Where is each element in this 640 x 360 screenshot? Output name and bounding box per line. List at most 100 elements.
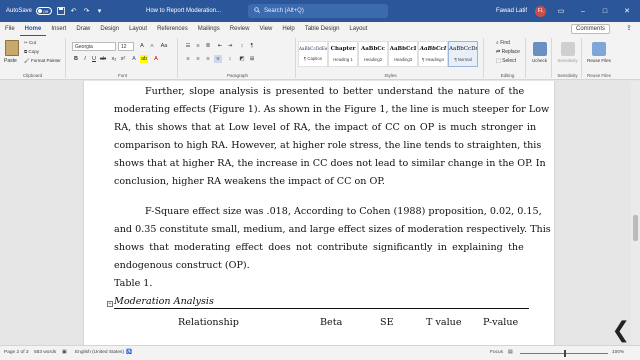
numbering-icon[interactable]: ≡ — [194, 42, 202, 50]
user-name[interactable]: Fawad Latif — [496, 8, 527, 14]
close-button[interactable]: ✕ — [620, 7, 634, 15]
subscript-button[interactable]: x₂ — [110, 55, 118, 63]
paste-button[interactable]: Paste — [4, 58, 17, 64]
style-heading-4[interactable]: AaBbCcI ¶ Heading4 — [418, 41, 448, 67]
tab-table-layout[interactable]: Layout — [344, 22, 372, 36]
tab-view[interactable]: View — [254, 22, 277, 36]
comments-button[interactable]: Comments — [570, 24, 610, 34]
ucheck-button[interactable]: Ucheck — [528, 58, 551, 63]
format-painter-button[interactable]: 🖌 Format Painter — [24, 58, 61, 64]
strikethrough-button[interactable]: ab — [99, 55, 107, 63]
avatar[interactable]: FL — [535, 5, 546, 17]
share-icon[interactable]: ⇪ — [626, 24, 632, 32]
undo-icon[interactable]: ↶ — [69, 7, 78, 16]
language[interactable]: English (United States) — [75, 350, 124, 355]
reuse-files-icon[interactable] — [592, 42, 606, 56]
chevron-left-icon[interactable]: ❮ — [612, 318, 630, 343]
copy-button[interactable]: ⧉ Copy — [24, 49, 39, 54]
align-left-icon[interactable]: ≡ — [184, 55, 192, 63]
select-button[interactable]: ⬚ Select — [496, 58, 516, 64]
table-header-p-value: P-value — [483, 317, 519, 328]
style-normal[interactable]: AaBbCcDd ¶ Normal — [448, 41, 478, 67]
table-move-handle-icon[interactable]: + — [107, 301, 113, 307]
proofing-icon[interactable]: ▣ — [62, 350, 67, 355]
tab-design[interactable]: Design — [95, 22, 124, 36]
save-icon[interactable] — [56, 7, 65, 16]
ribbon-display-icon[interactable]: ▭ — [554, 7, 568, 15]
minimize-button[interactable]: – — [576, 8, 590, 15]
paragraph-2-line-1: F-Square effect size was .018, According… — [145, 206, 542, 217]
reuse-files-button[interactable]: Reuse Files — [584, 58, 614, 63]
tab-mailings[interactable]: Mailings — [193, 22, 225, 36]
underline-button[interactable]: U — [90, 55, 98, 63]
superscript-button[interactable]: x² — [119, 55, 127, 63]
grow-font-icon[interactable]: A — [138, 42, 146, 50]
italic-button[interactable]: I — [81, 55, 89, 63]
style-heading-2[interactable]: AaBbCc Heading2 — [358, 41, 388, 67]
line-spacing-icon[interactable]: ↕ — [226, 55, 234, 63]
clipboard-group: Paste ✂ Cut ⧉ Copy 🖌 Format Painter Clip… — [0, 38, 66, 78]
bold-button[interactable]: B — [72, 55, 80, 63]
tab-draw[interactable]: Draw — [71, 22, 95, 36]
table-top-rule — [114, 308, 529, 309]
document-title: How to Report Moderation... — [146, 8, 222, 14]
bullets-icon[interactable]: ☰ — [184, 42, 192, 50]
word-count[interactable]: 583 words — [34, 350, 56, 355]
ribbon-home: Paste ✂ Cut ⧉ Copy 🖌 Format Painter Clip… — [0, 36, 640, 80]
style-heading-3[interactable]: AaBbCcI Heading3 — [388, 41, 418, 67]
search-box[interactable]: Search (Alt+Q) — [248, 4, 388, 18]
zoom-level[interactable]: 100% — [612, 350, 624, 355]
customize-quick-access-icon[interactable]: ▾ — [95, 7, 104, 16]
read-mode-icon[interactable]: ▤ — [508, 350, 513, 355]
page-count[interactable]: Page 2 of 3 — [4, 350, 29, 355]
font-color-icon[interactable]: A — [152, 55, 160, 63]
text-effects-icon[interactable]: A — [130, 55, 138, 63]
tab-file[interactable]: File — [0, 22, 20, 36]
styles-group: AaBbCcDdEe ¶ Caption Chapter Heading 1 A… — [298, 38, 484, 78]
highlight-icon[interactable]: ab — [140, 55, 148, 63]
tab-table-design[interactable]: Table Design — [300, 22, 345, 36]
sensitivity-button[interactable]: Sensitivity — [554, 58, 581, 63]
autosave-toggle[interactable]: Off — [36, 7, 53, 15]
focus-button[interactable]: Focus — [490, 350, 503, 355]
sort-icon[interactable]: ↕ — [238, 42, 246, 50]
change-case-icon[interactable]: Aa — [160, 42, 168, 50]
maximize-button[interactable]: □ — [598, 8, 612, 15]
redo-icon[interactable]: ↷ — [82, 7, 91, 16]
tab-insert[interactable]: Insert — [46, 22, 71, 36]
tab-review[interactable]: Review — [225, 22, 255, 36]
tab-layout[interactable]: Layout — [124, 22, 152, 36]
paragraph-1-line-2: moderating effects (Figure 1). As shown … — [114, 104, 550, 115]
align-right-icon[interactable]: ≡ — [204, 55, 212, 63]
paste-icon[interactable] — [5, 40, 19, 56]
document-canvas[interactable]: Further, slope analysis is presented to … — [0, 81, 640, 345]
scrollbar-thumb[interactable] — [633, 215, 638, 241]
paragraph-1-line-1: Further, slope analysis is presented to … — [145, 86, 525, 97]
show-marks-icon[interactable]: ¶ — [248, 42, 256, 50]
vertical-scrollbar[interactable] — [631, 81, 640, 345]
sensitivity-icon[interactable] — [561, 42, 575, 56]
style-heading-1[interactable]: Chapter Heading 1 — [328, 41, 358, 67]
replace-button[interactable]: ⇄ Replace — [496, 49, 520, 55]
borders-icon[interactable]: ⊞ — [248, 55, 256, 63]
shrink-font-icon[interactable]: A — [148, 42, 156, 50]
cut-button[interactable]: ✂ Cut — [24, 40, 36, 46]
increase-indent-icon[interactable]: ⇥ — [226, 42, 234, 50]
tab-home[interactable]: Home — [19, 22, 47, 36]
paragraph-1-line-6: conclusion, higher RA weakens the impact… — [114, 176, 385, 187]
find-button[interactable]: ⌕ Find — [496, 40, 510, 46]
style-caption[interactable]: AaBbCcDdEe ¶ Caption — [298, 41, 328, 67]
align-center-icon[interactable]: ≡ — [194, 55, 202, 63]
tab-references[interactable]: References — [152, 22, 193, 36]
zoom-slider-knob[interactable] — [564, 350, 566, 357]
multilevel-list-icon[interactable]: ≣ — [204, 42, 212, 50]
tab-help[interactable]: Help — [277, 22, 299, 36]
ucheck-icon[interactable] — [533, 42, 547, 56]
font-name-select[interactable]: Georgia — [72, 42, 116, 51]
document-page[interactable]: Further, slope analysis is presented to … — [84, 81, 554, 345]
font-size-select[interactable]: 12 — [118, 42, 134, 51]
decrease-indent-icon[interactable]: ⇤ — [216, 42, 224, 50]
justify-icon[interactable]: ≡ — [214, 55, 222, 63]
shading-icon[interactable]: ◩ — [238, 55, 246, 63]
accessibility-icon[interactable]: ♿ — [126, 350, 132, 355]
